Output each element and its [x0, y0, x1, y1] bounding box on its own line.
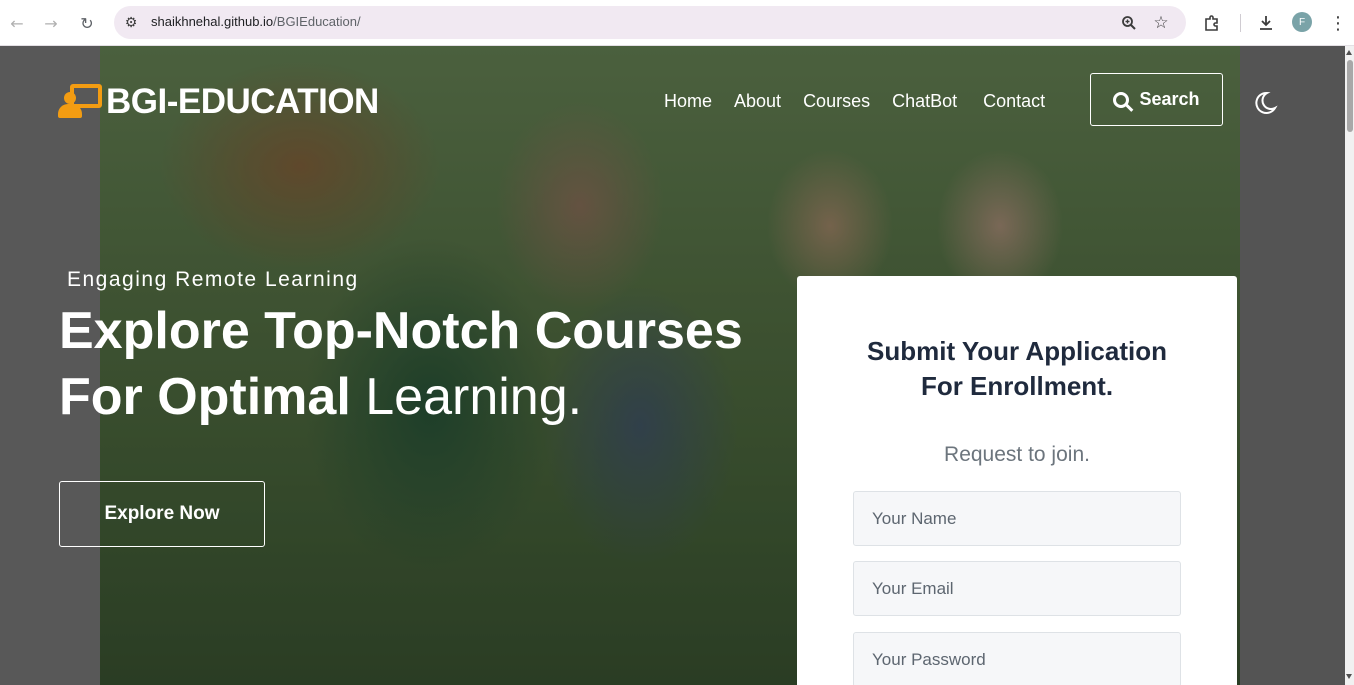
nav-about[interactable]: About: [734, 91, 781, 112]
form-title-line1: Submit Your Application: [867, 336, 1167, 366]
scroll-down-arrow-icon[interactable]: [1346, 674, 1352, 679]
teacher-screen-icon: [58, 82, 104, 122]
browser-toolbar: ← → ↻ ⚙ shaikhnehal.github.io/BGIEducati…: [0, 0, 1354, 46]
search-icon: [1113, 91, 1130, 108]
main-nav: Home About Courses ChatBot Contact: [664, 91, 1067, 112]
nav-chatbot[interactable]: ChatBot: [892, 91, 957, 112]
dark-mode-moon-icon[interactable]: [1252, 90, 1278, 116]
forward-arrow-icon[interactable]: →: [40, 12, 62, 34]
address-bar[interactable]: ⚙ shaikhnehal.github.io/BGIEducation/ ☆: [114, 6, 1186, 39]
nav-courses[interactable]: Courses: [803, 91, 870, 112]
download-icon[interactable]: [1255, 12, 1277, 34]
bookmark-star-icon[interactable]: ☆: [1152, 13, 1170, 33]
nav-contact[interactable]: Contact: [983, 91, 1045, 112]
scroll-up-arrow-icon[interactable]: [1346, 50, 1352, 55]
headline-line1: Explore Top-Notch Courses: [59, 302, 743, 360]
profile-avatar[interactable]: F: [1292, 12, 1312, 32]
explore-now-button[interactable]: Explore Now: [59, 481, 265, 547]
toolbar-divider: [1240, 14, 1241, 32]
name-input[interactable]: [853, 491, 1181, 546]
form-title-line2: For Enrollment.: [920, 371, 1114, 401]
zoom-icon[interactable]: [1120, 14, 1138, 32]
back-arrow-icon[interactable]: ←: [6, 12, 28, 34]
headline-line2-bold: For Optimal: [59, 368, 351, 426]
reload-icon[interactable]: ↻: [76, 12, 98, 34]
hero-headline: Explore Top-Notch Courses For Optimal Le…: [59, 298, 743, 430]
url-text[interactable]: shaikhnehal.github.io/BGIEducation/: [151, 14, 361, 29]
site-settings-icon[interactable]: ⚙: [122, 14, 140, 32]
search-label: Search: [1139, 89, 1200, 109]
scroll-thumb[interactable]: [1347, 60, 1353, 132]
nav-home[interactable]: Home: [664, 91, 712, 112]
url-host: shaikhnehal.github.io: [151, 14, 274, 29]
extensions-icon[interactable]: [1201, 12, 1223, 34]
email-input[interactable]: [853, 561, 1181, 616]
headline-line2-light: Learning.: [365, 368, 583, 426]
hero-kicker: Engaging Remote Learning: [67, 268, 359, 291]
form-title: Submit Your Application For Enrollment.: [797, 334, 1237, 404]
enrollment-form-card: Submit Your Application For Enrollment. …: [797, 276, 1237, 685]
url-path: /BGIEducation/: [273, 14, 361, 29]
site-logo[interactable]: BGI-EDUCATION: [58, 82, 379, 122]
search-button[interactable]: Search: [1090, 73, 1223, 126]
logo-text: BGI-EDUCATION: [106, 82, 379, 121]
menu-kebab-icon[interactable]: ⋮: [1327, 12, 1349, 34]
page-viewport: BGI-EDUCATION Home About Courses ChatBot…: [0, 46, 1345, 685]
page-scrollbar[interactable]: [1345, 46, 1354, 685]
password-input[interactable]: [853, 632, 1181, 685]
form-subtitle: Request to join.: [944, 443, 1090, 466]
